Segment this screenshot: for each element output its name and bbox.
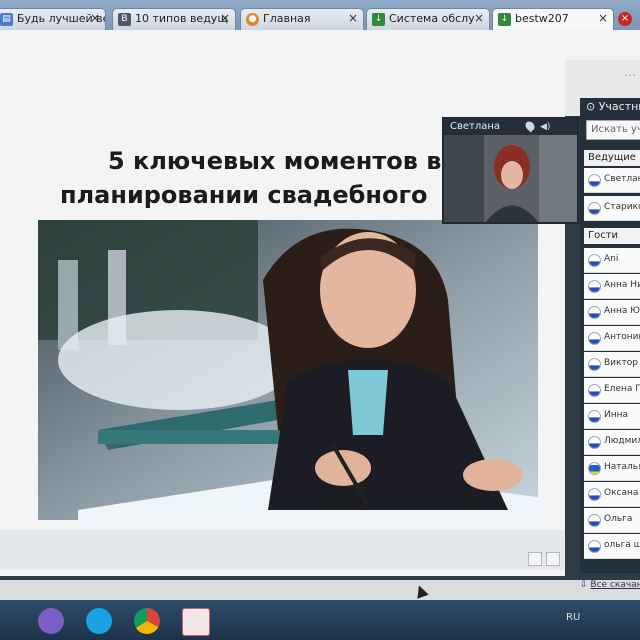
tab-label: bestw207 bbox=[515, 12, 569, 25]
guest-name: Оксана Кол bbox=[604, 488, 640, 498]
guest-name: Антонина bbox=[604, 332, 640, 342]
all-downloads-link[interactable]: ⇩ Все скачан bbox=[580, 580, 640, 596]
screen: ▤ Будь лучшей ве × B 10 типов ведущ × ● … bbox=[0, 0, 640, 640]
webcam-presenter-name: Светлана bbox=[450, 121, 501, 132]
close-tab-icon[interactable]: × bbox=[348, 11, 358, 25]
guest-item[interactable]: Ольга bbox=[584, 508, 640, 533]
russia-flag-icon bbox=[588, 540, 601, 553]
hosts-section-header: Ведущие вебинара bbox=[584, 150, 640, 166]
host-name: Светлана bbox=[604, 174, 640, 184]
guest-name: Анна Ник bbox=[604, 280, 640, 290]
browser-tab-4[interactable]: ↓ Система обслу × bbox=[366, 8, 490, 30]
guest-item[interactable]: Анна Юш bbox=[584, 300, 640, 325]
next-slide-button[interactable] bbox=[546, 552, 560, 566]
guests-section-header: Гости bbox=[584, 228, 640, 244]
browser-tab-2[interactable]: B 10 типов ведущ × bbox=[112, 8, 236, 30]
guest-name: Ani bbox=[604, 254, 619, 264]
russia-flag-icon bbox=[588, 174, 601, 187]
slide-title: 5 ключевых моментов в планировании сваде… bbox=[60, 144, 480, 212]
guest-item[interactable]: Елена Пр bbox=[584, 378, 640, 403]
guest-name: Анна Юш bbox=[604, 306, 640, 316]
browser-tab-3[interactable]: ● Главная × bbox=[240, 8, 364, 30]
host-item[interactable]: Светлана bbox=[584, 168, 640, 193]
russia-flag-icon bbox=[588, 358, 601, 371]
keyboard-language-indicator[interactable]: RU bbox=[566, 612, 580, 623]
tab-label: 10 типов ведущ bbox=[135, 12, 228, 25]
page-icon: ▤ bbox=[0, 13, 13, 26]
browser-tab-1[interactable]: ▤ Будь лучшей ве × bbox=[0, 8, 106, 30]
guest-name: Виктор А bbox=[604, 358, 640, 368]
guest-item[interactable]: Анна Ник bbox=[584, 274, 640, 299]
close-tab-icon[interactable]: × bbox=[220, 11, 230, 25]
download-icon: ↓ bbox=[498, 13, 511, 26]
guest-name: Людмила bbox=[604, 436, 640, 446]
guest-item[interactable]: Ani bbox=[584, 248, 640, 273]
russia-flag-icon bbox=[588, 488, 601, 501]
guest-name: Наталья bbox=[604, 462, 640, 472]
ukraine-flag-icon bbox=[588, 462, 601, 475]
russia-flag-icon bbox=[588, 280, 601, 293]
mouse-cursor-icon bbox=[413, 583, 429, 599]
viber-icon[interactable] bbox=[38, 608, 64, 634]
os-taskbar bbox=[0, 600, 640, 640]
participant-search-input[interactable]: Искать участника bbox=[586, 120, 640, 140]
slide-photo bbox=[38, 220, 538, 520]
download-icon: ⇩ bbox=[580, 580, 588, 590]
window-close-button[interactable]: × bbox=[618, 12, 632, 26]
participants-title: ⊙ Участники bbox=[586, 100, 640, 113]
skype-icon[interactable] bbox=[86, 608, 112, 634]
russia-flag-icon bbox=[588, 514, 601, 527]
guest-item[interactable]: Инна bbox=[584, 404, 640, 429]
location-icon bbox=[523, 119, 537, 133]
photo-illustration bbox=[38, 220, 538, 520]
slide-title-line1: 5 ключевых моментов в bbox=[108, 147, 442, 175]
blog-icon: B bbox=[118, 13, 131, 26]
russia-flag-icon bbox=[588, 306, 601, 319]
slide-title-line2: планировании свадебного bbox=[60, 181, 428, 209]
close-tab-icon[interactable]: × bbox=[474, 11, 484, 25]
guest-item[interactable]: ольга шуры bbox=[584, 534, 640, 559]
russia-flag-icon bbox=[588, 254, 601, 267]
guest-name: ольга шуры bbox=[604, 540, 640, 550]
tab-label: Система обслу bbox=[389, 12, 475, 25]
close-tab-icon[interactable]: × bbox=[598, 11, 608, 25]
guest-item[interactable]: Наталья bbox=[584, 456, 640, 481]
header-corner-icon[interactable]: ⋯ bbox=[624, 68, 636, 82]
presenter-webcam[interactable]: Светлана ◀) bbox=[442, 117, 579, 224]
guest-item[interactable]: Оксана Кол bbox=[584, 482, 640, 507]
participants-panel: ⊙ Участники Искать участника Ведущие веб… bbox=[580, 98, 640, 573]
slide-controls bbox=[0, 530, 565, 570]
prev-slide-button[interactable] bbox=[528, 552, 542, 566]
chrome-icon[interactable] bbox=[134, 608, 160, 634]
guest-item[interactable]: Виктор А bbox=[584, 352, 640, 377]
russia-flag-icon bbox=[588, 436, 601, 449]
presentation-app-icon[interactable] bbox=[182, 608, 210, 636]
tab-label: Главная bbox=[263, 12, 311, 25]
guest-item[interactable]: Антонина bbox=[584, 326, 640, 351]
russia-flag-icon bbox=[588, 410, 601, 423]
clock-icon: ⊙ bbox=[586, 100, 596, 113]
webcam-header: Светлана ◀) bbox=[444, 119, 577, 135]
host-item[interactable]: Старикова bbox=[584, 196, 640, 221]
guest-name: Елена Пр bbox=[604, 384, 640, 394]
guest-name: Инна bbox=[604, 410, 629, 420]
home-icon: ● bbox=[246, 13, 259, 26]
russia-flag-icon bbox=[588, 384, 601, 397]
browser-tab-strip: ▤ Будь лучшей ве × B 10 типов ведущ × ● … bbox=[0, 0, 640, 30]
speaker-icon[interactable]: ◀) bbox=[540, 122, 550, 132]
download-icon: ↓ bbox=[372, 13, 385, 26]
guest-name: Ольга bbox=[604, 514, 633, 524]
close-tab-icon[interactable]: × bbox=[90, 11, 100, 25]
browser-tab-5[interactable]: ↓ bestw207 × bbox=[492, 8, 614, 30]
guest-item[interactable]: Людмила bbox=[584, 430, 640, 455]
russia-flag-icon bbox=[588, 202, 601, 215]
host-name: Старикова bbox=[604, 202, 640, 212]
russia-flag-icon bbox=[588, 332, 601, 345]
